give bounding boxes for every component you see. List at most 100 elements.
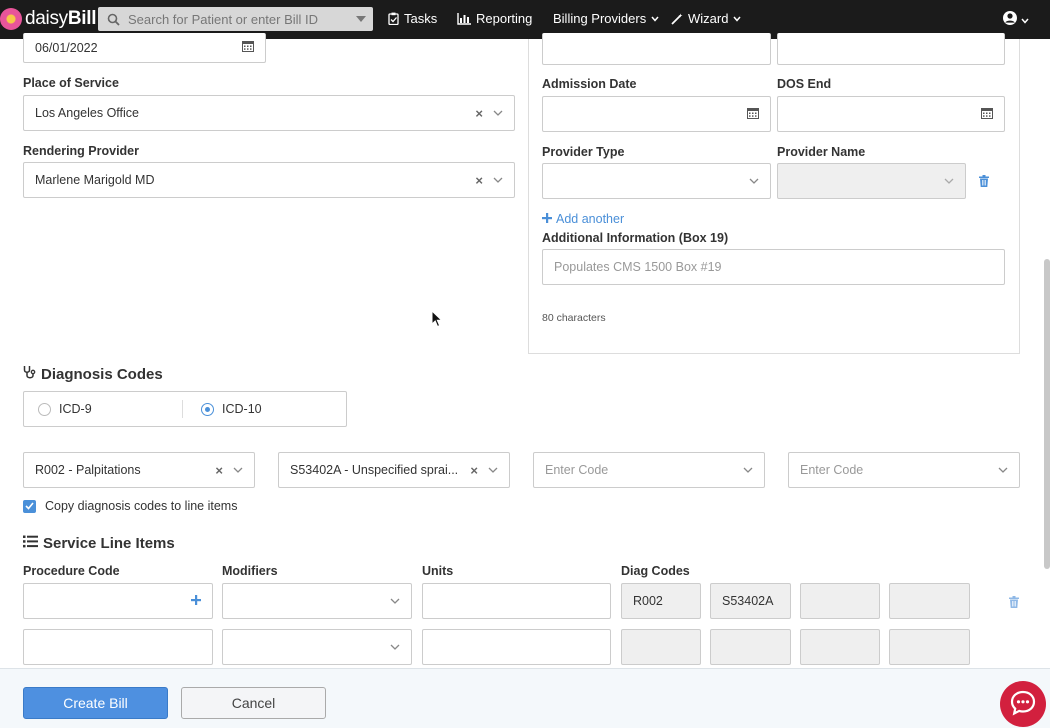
calendar-icon[interactable]: [981, 107, 993, 122]
diagnosis-code-4-placeholder: Enter Code: [800, 463, 864, 477]
copy-diagnosis-checkbox-row[interactable]: Copy diagnosis codes to line items: [23, 499, 237, 513]
chevron-down-icon: [1021, 12, 1029, 27]
units-header: Units: [422, 564, 454, 578]
chevron-down-icon[interactable]: [493, 177, 503, 183]
procedure-code-input[interactable]: [23, 583, 213, 619]
diag-code-pointer[interactable]: [621, 629, 701, 665]
diagnosis-code-3-select[interactable]: Enter Code: [533, 452, 765, 488]
scrollbar-thumb[interactable]: [1044, 259, 1050, 569]
nav-reporting[interactable]: Reporting: [457, 11, 532, 26]
chevron-down-icon[interactable]: [743, 467, 753, 473]
caret-down-icon[interactable]: [349, 16, 373, 22]
diag-code-pointer[interactable]: [800, 583, 880, 619]
admission-date-label: Admission Date: [542, 77, 637, 91]
add-another-link[interactable]: Add another: [542, 212, 624, 226]
nav-billing-providers[interactable]: Billing Providers: [553, 11, 659, 26]
nav-billing-providers-label: Billing Providers: [553, 11, 647, 26]
chevron-down-icon[interactable]: [998, 467, 1008, 473]
dos-end-input[interactable]: [777, 96, 1005, 132]
trash-icon[interactable]: [1008, 595, 1020, 608]
calendar-icon[interactable]: [747, 107, 759, 122]
diag-code-pointer[interactable]: [710, 629, 791, 665]
nav-wizard[interactable]: Wizard: [671, 11, 742, 26]
chevron-down-icon[interactable]: [233, 467, 243, 473]
search-placeholder: Search for Patient or enter Bill ID: [128, 11, 319, 27]
trash-icon[interactable]: [978, 174, 990, 187]
diag-code-pointer[interactable]: [889, 629, 970, 665]
additional-info-input[interactable]: Populates CMS 1500 Box #19: [542, 249, 1005, 285]
chat-widget-button[interactable]: [1000, 681, 1046, 727]
daisy-flower-icon: [0, 8, 22, 30]
chevron-down-icon[interactable]: [493, 110, 503, 116]
provider-type-label: Provider Type: [542, 145, 625, 159]
clear-icon[interactable]: ×: [470, 463, 478, 478]
icd9-radio[interactable]: ICD-9: [24, 400, 183, 418]
clear-icon[interactable]: ×: [215, 463, 223, 478]
nav-tasks[interactable]: Tasks: [388, 11, 437, 26]
diagnosis-code-2-select[interactable]: S53402A - Unspecified sprai... ×: [278, 452, 510, 488]
service-date-value: 06/01/2022: [35, 40, 98, 55]
icd10-radio-button[interactable]: [201, 402, 214, 416]
icd9-label: ICD-9: [59, 402, 92, 416]
service-date-input[interactable]: 06/01/2022: [23, 33, 266, 63]
rendering-provider-value: Marlene Marigold MD: [35, 173, 155, 187]
calendar-icon[interactable]: [242, 40, 254, 55]
diagnosis-code-1-select[interactable]: R002 - Palpitations ×: [23, 452, 255, 488]
chat-bubble-icon: [1009, 689, 1037, 720]
diag-code-pointer[interactable]: R002: [621, 583, 701, 619]
magic-wand-icon: [671, 13, 683, 25]
procedure-code-input[interactable]: [23, 629, 213, 665]
character-count: 80 characters: [542, 312, 606, 324]
user-menu[interactable]: [1002, 10, 1029, 29]
icd9-radio-button[interactable]: [38, 402, 51, 416]
rendering-provider-select[interactable]: Marlene Marigold MD ×: [23, 162, 515, 198]
plus-icon[interactable]: [191, 594, 201, 608]
search-icon: [98, 13, 128, 26]
dos-end-label: DOS End: [777, 77, 832, 91]
modifiers-select[interactable]: [222, 629, 412, 665]
additional-info-placeholder: Populates CMS 1500 Box #19: [554, 260, 722, 274]
diagnosis-code-4-select[interactable]: Enter Code: [788, 452, 1020, 488]
chevron-down-icon[interactable]: [488, 467, 498, 473]
nav-wizard-label: Wizard: [688, 11, 729, 26]
additional-info-label: Additional Information (Box 19): [542, 231, 729, 245]
icd10-radio[interactable]: ICD-10: [183, 402, 262, 416]
clear-icon[interactable]: ×: [475, 106, 483, 121]
chevron-down-icon[interactable]: [749, 178, 759, 184]
chevron-down-icon[interactable]: [390, 598, 400, 604]
copy-diagnosis-checkbox[interactable]: [23, 499, 36, 513]
patient-search-input[interactable]: Search for Patient or enter Bill ID: [98, 7, 373, 31]
admission-date-input[interactable]: [542, 96, 771, 132]
add-another-label: Add another: [556, 212, 625, 226]
service-line-items-heading: Service Line Items: [23, 535, 175, 552]
procedure-code-header: Procedure Code: [23, 564, 120, 578]
provider-type-select[interactable]: [542, 163, 771, 199]
modifiers-select[interactable]: [222, 583, 412, 619]
chevron-down-icon[interactable]: [390, 644, 400, 650]
cancel-button[interactable]: Cancel: [181, 687, 326, 719]
bar-chart-icon: [457, 12, 471, 25]
top-right-input-2[interactable]: [777, 33, 1005, 65]
diagnosis-codes-heading: Diagnosis Codes: [23, 365, 163, 384]
provider-name-label: Provider Name: [777, 145, 866, 159]
nav-reporting-label: Reporting: [476, 11, 533, 26]
diag-code-pointer[interactable]: [800, 629, 880, 665]
place-of-service-select[interactable]: Los Angeles Office ×: [23, 95, 515, 131]
units-input[interactable]: [422, 629, 611, 665]
daisybill-logo[interactable]: daisyBill: [0, 7, 97, 31]
mouse-cursor-icon: [431, 309, 443, 331]
service-line-items-title: Service Line Items: [43, 535, 175, 552]
provider-name-select[interactable]: [777, 163, 966, 199]
stethoscope-icon: [23, 365, 36, 384]
icd-version-toggle: ICD-9 ICD-10: [23, 391, 347, 427]
nav-tasks-label: Tasks: [404, 11, 438, 26]
diag-code-pointer[interactable]: S53402A: [710, 583, 791, 619]
place-of-service-label: Place of Service: [23, 76, 119, 90]
diag-code-pointer[interactable]: [889, 583, 970, 619]
clear-icon[interactable]: ×: [475, 173, 483, 188]
units-input[interactable]: [422, 583, 611, 619]
top-right-input-1[interactable]: [542, 33, 771, 65]
chevron-down-icon: [944, 178, 954, 184]
page-scrollbar[interactable]: [1044, 39, 1050, 668]
create-bill-button[interactable]: Create Bill: [23, 687, 168, 719]
